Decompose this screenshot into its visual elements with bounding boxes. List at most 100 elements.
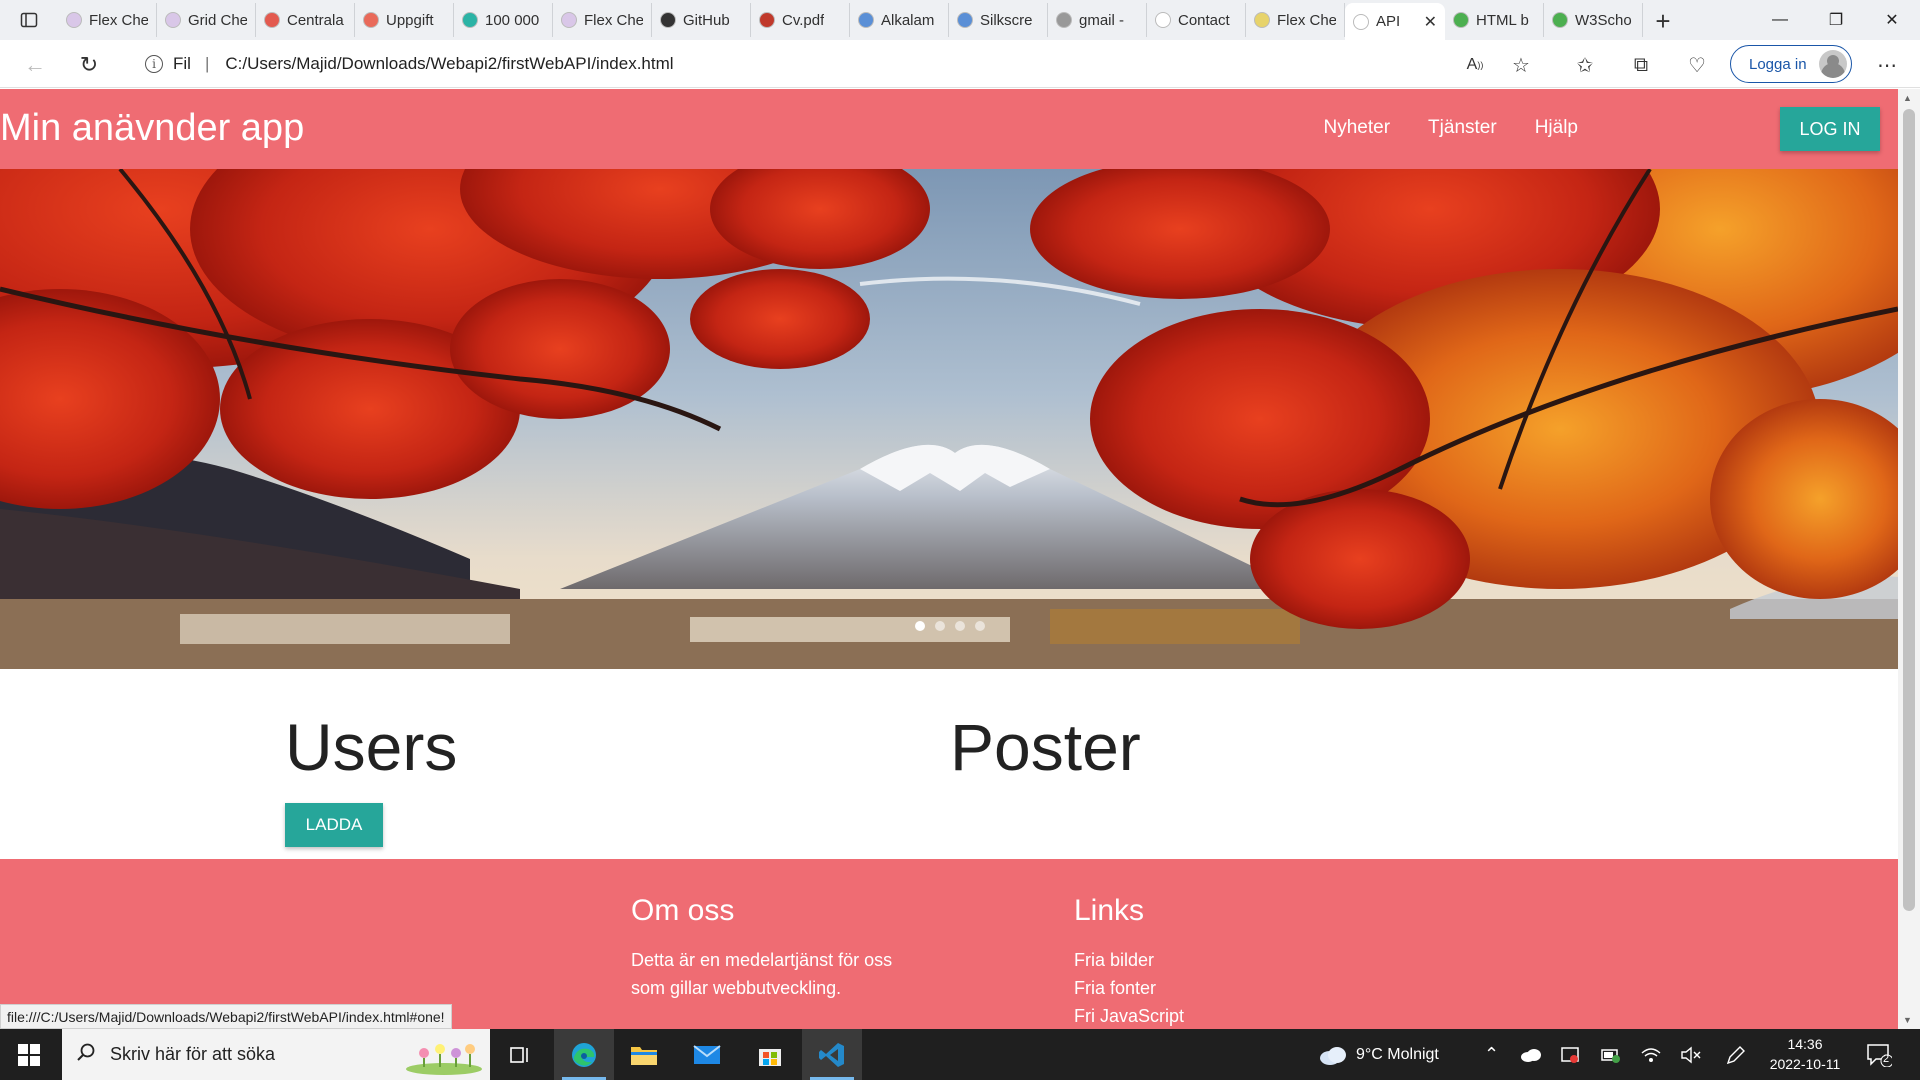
onedrive-icon[interactable] xyxy=(1520,1029,1542,1080)
windows-taskbar: Skriv här för att söka 9°C Molnigt ⌃ 14:… xyxy=(0,1029,1920,1080)
site-brand[interactable]: Min anävnder app xyxy=(0,107,304,150)
tab-favicon-icon xyxy=(1453,12,1469,28)
browser-tab[interactable]: Centrala xyxy=(256,3,355,37)
tab-title: Centrala xyxy=(287,11,344,29)
browser-tab[interactable]: Alkalam xyxy=(850,3,949,37)
tab-title: Cv.pdf xyxy=(782,11,825,29)
carousel-dot[interactable] xyxy=(915,621,925,631)
browser-tab[interactable]: gmail - xyxy=(1048,3,1147,37)
hero-image xyxy=(0,169,1898,669)
address-bar[interactable]: i Fil | C:/Users/Majid/Downloads/Webapi2… xyxy=(125,45,1545,83)
battery-icon[interactable] xyxy=(1600,1029,1622,1080)
scroll-down-icon[interactable]: ▼ xyxy=(1903,1015,1912,1025)
back-arrow-icon[interactable]: ← xyxy=(20,50,50,80)
collections-icon[interactable]: ⧉ xyxy=(1628,52,1654,78)
mail-icon[interactable] xyxy=(677,1029,737,1080)
address-url[interactable]: C:/Users/Majid/Downloads/Webapi2/firstWe… xyxy=(225,54,673,74)
tab-favicon-icon xyxy=(1552,12,1568,28)
info-icon[interactable]: i xyxy=(145,55,163,73)
hero-carousel[interactable] xyxy=(0,169,1898,669)
browser-tab[interactable]: Uppgift xyxy=(355,3,454,37)
login-button[interactable]: LOG IN xyxy=(1780,107,1880,151)
taskbar-search[interactable]: Skriv här för att söka xyxy=(62,1029,490,1080)
weather-text: 9°C Molnigt xyxy=(1356,1045,1439,1063)
clock-time: 14:36 xyxy=(1787,1036,1823,1052)
carousel-dot[interactable] xyxy=(955,621,965,631)
tab-favicon-icon xyxy=(363,12,379,28)
avatar xyxy=(1819,50,1847,78)
tab-title: Contact xyxy=(1178,11,1230,29)
tab-favicon-icon xyxy=(660,12,676,28)
vscode-icon[interactable] xyxy=(802,1029,862,1080)
tab-title: gmail - xyxy=(1079,11,1125,29)
profile-login-label: Logga in xyxy=(1749,55,1807,73)
browser-tab[interactable]: Flex Che xyxy=(58,3,157,37)
security-icon[interactable] xyxy=(1560,1029,1580,1080)
footer-about-text: Detta är en medelartjänst för oss som gi… xyxy=(631,950,893,998)
volume-muted-icon[interactable] xyxy=(1680,1029,1702,1080)
site-menu: Nyheter Tjänster Hjälp xyxy=(1324,117,1578,139)
edge-browser-icon[interactable] xyxy=(554,1029,614,1080)
file-explorer-icon[interactable] xyxy=(614,1029,674,1080)
task-view-icon[interactable] xyxy=(490,1029,550,1080)
browser-tab[interactable]: W3Scho xyxy=(1544,3,1643,37)
tab-favicon-icon xyxy=(1056,12,1072,28)
weather-widget[interactable]: 9°C Molnigt xyxy=(1318,1029,1439,1080)
footer-link-fria-fonter[interactable]: Fria fonter xyxy=(1074,974,1184,1002)
tab-title: GitHub xyxy=(683,11,730,29)
menu-item-hjalp[interactable]: Hjälp xyxy=(1535,117,1578,139)
tab-close-icon[interactable]: ✕ xyxy=(1424,12,1437,32)
show-hidden-icons-icon[interactable]: ⌃ xyxy=(1484,1029,1499,1080)
browser-tab[interactable]: Flex Che xyxy=(1246,3,1345,37)
tab-favicon-icon xyxy=(1254,12,1270,28)
tab-favicon-icon xyxy=(66,12,82,28)
favorites-icon[interactable]: ✩ xyxy=(1572,52,1598,78)
minimize-icon[interactable]: — xyxy=(1752,0,1808,40)
notifications-icon[interactable]: 2 xyxy=(1866,1029,1892,1080)
settings-more-icon[interactable]: ⋯ xyxy=(1874,52,1900,78)
browser-tab[interactable]: 100 000 xyxy=(454,3,553,37)
search-highlight-icon xyxy=(406,1044,482,1075)
tab-title: Alkalam xyxy=(881,11,935,29)
page-scrollbar[interactable]: ▲ ▼ xyxy=(1898,89,1920,1029)
tab-actions-icon[interactable] xyxy=(0,0,58,40)
wifi-icon[interactable] xyxy=(1640,1029,1662,1080)
menu-item-nyheter[interactable]: Nyheter xyxy=(1324,117,1391,139)
pen-icon[interactable] xyxy=(1724,1029,1746,1080)
windows-start-icon[interactable] xyxy=(18,1044,40,1066)
footer-link-fria-bilder[interactable]: Fria bilder xyxy=(1074,946,1184,974)
refresh-icon[interactable]: ↻ xyxy=(74,50,104,80)
page-viewport: Min anävnder app Nyheter Tjänster Hjälp … xyxy=(0,89,1898,1029)
add-favorite-icon[interactable]: ☆ xyxy=(1508,52,1534,78)
browser-tab[interactable]: Contact xyxy=(1147,3,1246,37)
tab-title: 100 000 xyxy=(485,11,540,29)
main-content: Users Poster LADDA xyxy=(0,669,1898,859)
menu-item-tjanster[interactable]: Tjänster xyxy=(1428,117,1497,139)
carousel-dot[interactable] xyxy=(975,621,985,631)
browser-tab[interactable]: Grid Che xyxy=(157,3,256,37)
microsoft-store-icon[interactable] xyxy=(740,1029,800,1080)
tab-favicon-icon xyxy=(165,12,181,28)
browser-tab[interactable]: Cv.pdf xyxy=(751,3,850,37)
browser-tab[interactable]: API ✕ xyxy=(1345,3,1445,40)
taskbar-clock[interactable]: 14:36 2022-10-11 xyxy=(1762,1034,1848,1074)
tab-favicon-icon xyxy=(462,12,478,28)
profile-login-button[interactable]: Logga in xyxy=(1730,45,1852,83)
browser-essentials-icon[interactable]: ♡ xyxy=(1684,52,1710,78)
scrollbar-thumb[interactable] xyxy=(1903,109,1915,911)
scroll-up-icon[interactable]: ▲ xyxy=(1903,93,1912,103)
browser-tab[interactable]: GitHub xyxy=(652,3,751,37)
read-aloud-icon[interactable]: A)) xyxy=(1462,52,1488,78)
tab-title: Uppgift xyxy=(386,11,434,29)
browser-tab[interactable]: Silkscre xyxy=(949,3,1048,37)
window-close-icon[interactable]: ✕ xyxy=(1864,0,1920,40)
users-heading: Users xyxy=(285,710,458,784)
carousel-dot[interactable] xyxy=(935,621,945,631)
restore-icon[interactable]: ❐ xyxy=(1808,0,1864,40)
browser-tab[interactable]: Flex Che xyxy=(553,3,652,37)
load-button[interactable]: LADDA xyxy=(285,803,383,847)
footer-link-fri-javascript[interactable]: Fri JavaScript xyxy=(1074,1002,1184,1029)
new-tab-button[interactable]: + xyxy=(1643,3,1683,40)
cloud-icon xyxy=(1320,1046,1346,1065)
browser-tab[interactable]: HTML b xyxy=(1445,3,1544,37)
